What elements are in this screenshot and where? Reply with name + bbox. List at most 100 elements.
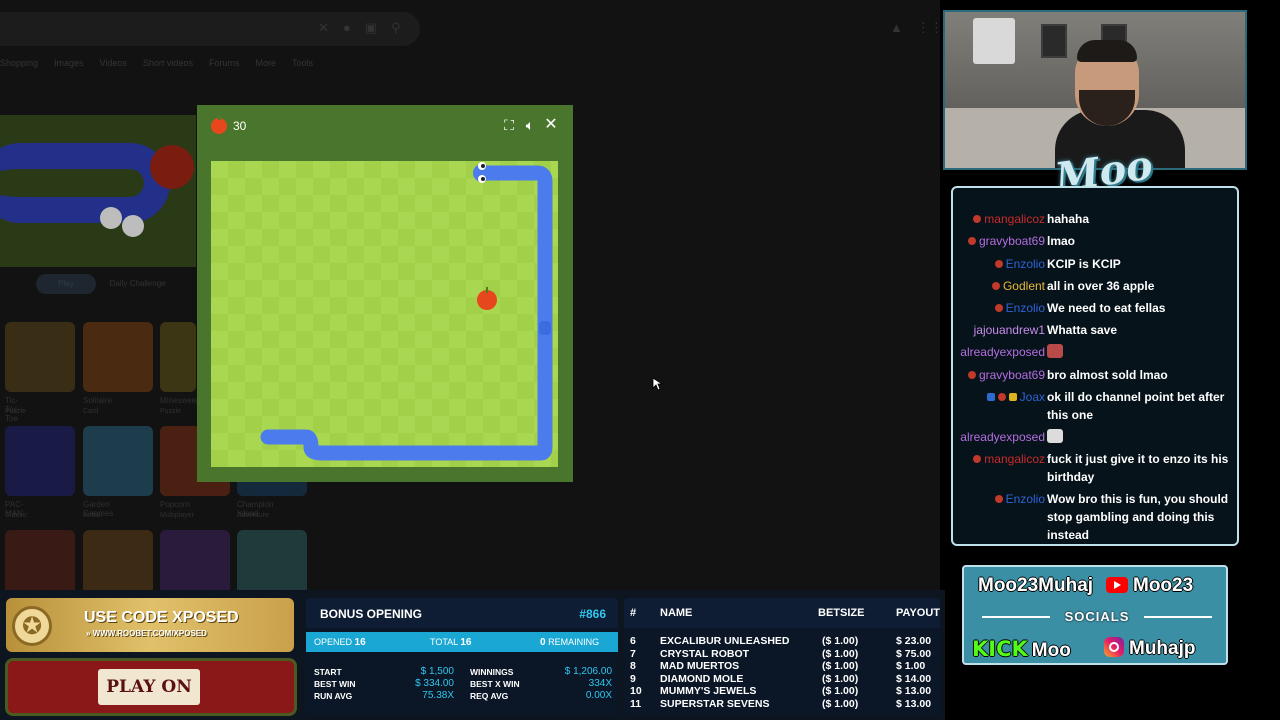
bonus-title: BONUS OPENING [320, 607, 423, 621]
remaining-label: REMAINING [548, 637, 600, 647]
col-name: NAME [660, 607, 693, 619]
game-tile-category: Puzzle [5, 408, 27, 415]
bet-payout: $ 13.00 [896, 698, 932, 710]
bet-number: 9 [630, 672, 636, 685]
instagram-icon [1104, 637, 1124, 657]
remaining-value: 0 [540, 637, 546, 648]
game-tile[interactable] [5, 530, 75, 590]
daily-challenge-pill[interactable]: Daily Challenge [110, 274, 166, 294]
bet-size: ($ 1.00) [822, 685, 859, 698]
snake-game-banner[interactable] [0, 115, 196, 267]
chat-username-text: gravyboat69 [978, 368, 1045, 382]
mic-icon[interactable]: ● [343, 20, 351, 36]
youtube-handle: Moo23 [1106, 575, 1193, 597]
bet-row: 8 MAD MUERTOS ($ 1.00) $ 1.00 [624, 660, 940, 673]
remaining-stat: 0 REMAINING [540, 632, 599, 653]
search-tab[interactable]: Tools [292, 58, 313, 68]
chat-username[interactable]: mangalicoz [973, 450, 1045, 468]
chat-emote-icon [1047, 429, 1063, 443]
chat-text [1047, 428, 1237, 446]
mouse-cursor-icon [652, 377, 662, 391]
bet-table: # NAME BETSIZE PAYOUT 6 EXCALIBUR UNLEASH… [624, 598, 940, 715]
game-tile-category: Adventure [237, 512, 269, 519]
game-tile[interactable] [160, 530, 230, 590]
chat-text: bro almost sold lmao [1047, 368, 1168, 382]
chat-username[interactable]: gravyboat69 [967, 232, 1045, 250]
search-icon[interactable]: ⚲ [391, 20, 401, 36]
game-tile[interactable] [83, 530, 153, 590]
opened-label: OPENED [314, 637, 353, 647]
labs-icon[interactable]: ▲ [890, 20, 903, 36]
chat-username[interactable]: Enzolio [994, 255, 1045, 273]
instagram-handle-text: Muhajp [1129, 638, 1196, 659]
game-board[interactable] [211, 161, 558, 467]
chat-username[interactable]: alreadyexposed [960, 428, 1045, 446]
bet-number: 7 [630, 647, 636, 660]
bet-slot-name: DIAMOND MOLE [660, 672, 744, 685]
total-stat: TOTAL 16 [430, 632, 471, 653]
chat-username-text: Enzolio [1005, 301, 1045, 315]
snake-segment-accent [539, 321, 551, 335]
search-tab[interactable]: Images [54, 58, 84, 68]
chat-username[interactable]: jajouandrew1 [974, 321, 1045, 339]
chat-text: KCIP is KCIP [1047, 257, 1121, 271]
chat-username[interactable]: Enzolio [994, 299, 1045, 317]
chat-text: lmao [1047, 234, 1076, 248]
clear-icon[interactable]: ✕ [318, 20, 329, 36]
chat-badge-icon [991, 282, 1000, 290]
bet-payout: $ 1.00 [896, 660, 926, 673]
chat-username[interactable]: mangalicoz [973, 210, 1045, 228]
camera-icon[interactable]: ▣ [365, 20, 377, 36]
instagram-handle: Muhajp [1104, 637, 1196, 660]
chat-username[interactable]: Joax [986, 388, 1045, 406]
chat-badge-icon [994, 260, 1003, 268]
streamer-hair [1077, 40, 1137, 62]
game-tile[interactable] [83, 322, 153, 392]
chat-username[interactable]: Enzolio [994, 490, 1045, 508]
chat-badge-icon [997, 393, 1006, 401]
snake-pupil [481, 164, 485, 168]
chat-username[interactable]: Godlent [991, 277, 1045, 295]
game-tile-category: Puzzle [160, 408, 182, 415]
search-tab[interactable]: Forums [209, 58, 240, 68]
chat-username[interactable]: gravyboat69 [967, 366, 1045, 384]
chat-badge-icon [986, 393, 995, 401]
search-tab[interactable]: Short videos [143, 58, 193, 68]
chat-username-text: Godlent [1002, 279, 1045, 293]
opened-stat: OPENED 16 [314, 632, 366, 653]
chat-username[interactable]: alreadyexposed [960, 343, 1045, 361]
volume-icon[interactable]: 🔈︎ [520, 115, 540, 135]
col-payout: PAYOUT [896, 607, 940, 619]
search-tab[interactable]: Videos [100, 58, 127, 68]
chat-badge-icon [1008, 393, 1017, 401]
best-win-label: BEST WIN [314, 679, 356, 689]
game-tile-category: Multiplayer [160, 512, 194, 519]
game-tile[interactable] [5, 426, 75, 496]
winnings-label: WINNINGS [470, 667, 514, 677]
game-tile[interactable] [237, 530, 307, 590]
chat-badge-icon [973, 455, 982, 463]
fullscreen-icon[interactable]: ⛶ [499, 115, 519, 135]
play-pill[interactable]: Play [36, 274, 96, 294]
banner-snake [0, 143, 170, 223]
snake-drawing [260, 162, 553, 461]
game-tile[interactable] [83, 426, 153, 496]
wall-frame [1041, 24, 1067, 58]
banner-apple [150, 145, 194, 189]
req-avg-value: 0.00X [585, 690, 612, 701]
chat-text: hahaha [1047, 212, 1090, 226]
stream-overlay: ✕ ● ▣ ⚲ ▲ ⋮⋮ Shopping Images Videos Short v… [0, 0, 1280, 720]
divider [1144, 616, 1212, 618]
game-tile[interactable] [5, 322, 75, 392]
apps-grid-icon[interactable]: ⋮⋮ [917, 20, 940, 36]
bet-slot-name: SUPERSTAR SEVENS [660, 698, 770, 710]
search-tab[interactable]: Shopping [0, 58, 38, 68]
chat-emote-icon [1047, 344, 1063, 358]
promo-url: » WWW.ROOBET.COM/XPOSED [86, 629, 207, 638]
bet-payout: $ 13.00 [896, 685, 932, 698]
close-icon[interactable]: ✕ [541, 115, 561, 135]
kick-account-text: Moo [1031, 640, 1071, 661]
game-tile[interactable] [160, 322, 196, 392]
play-on-label: PLAY ON [98, 669, 200, 705]
search-tab[interactable]: More [255, 58, 276, 68]
